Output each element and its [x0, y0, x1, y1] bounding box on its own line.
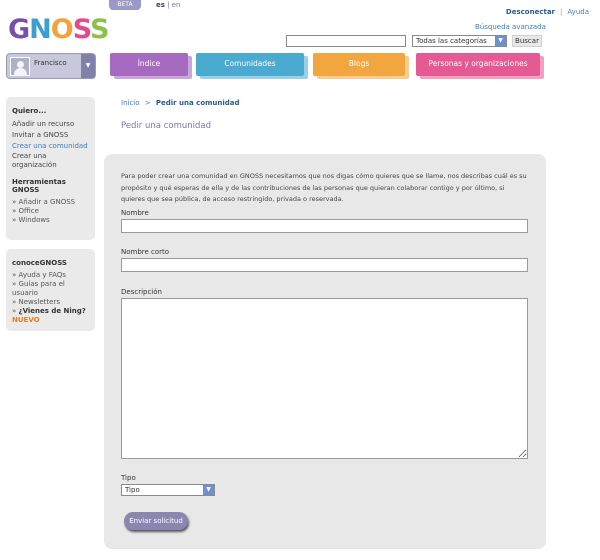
chevron-down-icon[interactable]: ▼: [81, 54, 95, 78]
link-separator: |: [560, 8, 563, 16]
sidebar-item-windows[interactable]: Windows: [12, 216, 89, 225]
sidebar-quiero: Quiero... Añadir un recurso Invitar a GN…: [6, 97, 95, 240]
tab-personas-organizaciones[interactable]: Personas y organizaciones: [416, 53, 540, 76]
logo-letter: G: [8, 14, 30, 45]
category-select[interactable]: Todas las categorías ▼: [412, 35, 507, 47]
category-select-value: Todas las categorías: [416, 37, 487, 45]
avatar: [10, 57, 30, 76]
descripcion-label: Descripción: [121, 288, 162, 296]
tab-indice[interactable]: Índice: [110, 53, 188, 76]
search-input[interactable]: [286, 35, 406, 47]
lang-en-link[interactable]: en: [172, 1, 181, 9]
tab-blogs[interactable]: Blogs: [313, 53, 405, 76]
breadcrumb-current: Pedir una comunidad: [155, 99, 240, 107]
sidebar-item-office[interactable]: Office: [12, 207, 89, 216]
lang-separator: |: [167, 1, 170, 9]
breadcrumb-separator: >: [144, 99, 151, 107]
sidebar-item-ayuda[interactable]: Ayuda y FAQs: [12, 271, 89, 280]
beta-badge: BETA: [109, 0, 141, 10]
search-button[interactable]: Buscar: [512, 35, 542, 47]
sidebar-title-quiero: Quiero...: [12, 107, 47, 115]
help-link[interactable]: Ayuda: [567, 8, 589, 16]
user-name: Francisco: [34, 59, 67, 67]
tipo-label: Tipo: [121, 474, 136, 482]
sidebar-item-crear-comunidad[interactable]: Crear una comunidad: [12, 141, 89, 152]
sidebar-item-newsletters[interactable]: Newsletters: [12, 298, 89, 307]
nuevo-badge: NUEVO: [12, 316, 40, 324]
tipo-select-value: Tipo: [125, 486, 140, 494]
advanced-search-link[interactable]: Búsqueda avanzada: [475, 23, 546, 31]
sidebar-item-anadir-gnoss[interactable]: Añadir a GNOSS: [12, 198, 89, 207]
logo-letter: S: [89, 14, 109, 45]
logo-letter: O: [50, 14, 74, 45]
breadcrumb: Inicio > Pedir una comunidad: [121, 99, 240, 107]
nombre-corto-field[interactable]: [121, 258, 528, 272]
sidebar-item-crear-organizacion[interactable]: Crear una organización: [12, 152, 89, 170]
chevron-down-icon: ▼: [495, 36, 506, 46]
nombre-corto-label: Nombre corto: [121, 248, 170, 256]
tab-comunidades[interactable]: Comunidades: [196, 53, 304, 76]
logo-letter: N: [29, 14, 52, 45]
nombre-label: Nombre: [121, 209, 149, 217]
logo-letter: S: [72, 14, 91, 45]
descripcion-field[interactable]: [121, 298, 528, 459]
breadcrumb-home[interactable]: Inicio: [121, 99, 140, 107]
tipo-select[interactable]: Tipo ▼: [121, 484, 215, 496]
logout-link[interactable]: Desconectar: [506, 8, 555, 16]
sidebar-conoce: conoceGNOSS Ayuda y FAQs Guías para el u…: [6, 249, 95, 331]
sidebar-title-conoce: conoceGNOSS: [12, 259, 67, 267]
nombre-field[interactable]: [121, 219, 528, 233]
sidebar-item-guias[interactable]: Guías para el usuario: [12, 280, 89, 298]
sidebar-title-herramientas: Herramientas GNOSS: [12, 178, 66, 194]
sidebar-item-anadir-recurso[interactable]: Añadir un recurso: [12, 119, 89, 130]
sidebar-item-ning[interactable]: ¿Vienes de Ning? NUEVO: [12, 307, 89, 325]
form-intro-text: Para poder crear una comunidad en GNOSS …: [121, 172, 527, 203]
ning-label: ¿Vienes de Ning?: [18, 307, 86, 315]
gnoss-logo[interactable]: GNOSS: [8, 14, 109, 45]
page-title: Pedir una comunidad: [121, 121, 211, 131]
lang-es-link[interactable]: es: [156, 1, 165, 9]
language-switcher: es | en: [156, 1, 181, 9]
user-box[interactable]: Francisco ▼: [6, 53, 96, 79]
user-links: Desconectar | Ayuda: [506, 8, 589, 16]
submit-button[interactable]: Enviar solicitud: [124, 512, 188, 530]
chevron-down-icon: ▼: [203, 485, 214, 495]
sidebar-item-invitar[interactable]: Invitar a GNOSS: [12, 130, 89, 141]
